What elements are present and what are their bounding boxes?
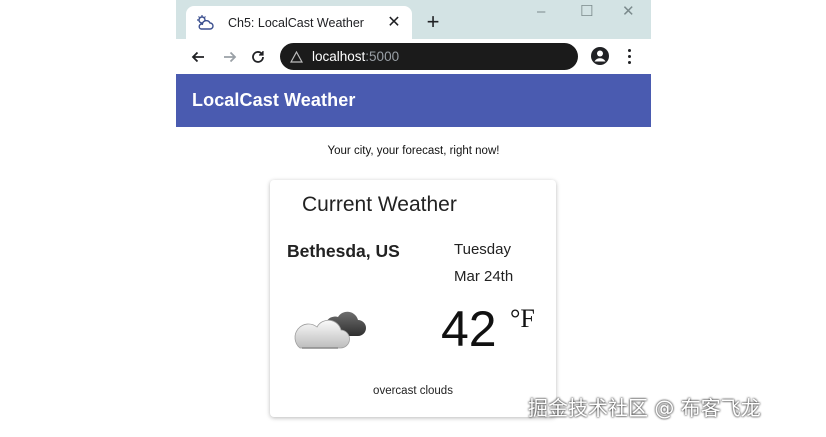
back-arrow-icon[interactable] [186, 45, 210, 69]
warning-triangle-icon[interactable] [290, 50, 304, 64]
temperature-unit: °F [510, 304, 535, 333]
menu-dot [627, 48, 631, 52]
tagline: Your city, your forecast, right now! [327, 145, 500, 157]
current-weather-card: Current Weather Bethesda, US Tuesday Mar… [270, 180, 556, 417]
tab-localcast-weather[interactable]: Ch5: LocalCast Weather ✕ [186, 6, 412, 39]
close-icon[interactable]: ✕ [386, 14, 402, 31]
app-toolbar: LocalCast Weather [176, 74, 651, 127]
address-host: localhost [312, 49, 366, 64]
app-title: LocalCast Weather [192, 90, 356, 110]
minimize-icon[interactable]: – [537, 4, 545, 20]
forward-arrow-icon[interactable] [218, 45, 242, 69]
weekday: Tuesday [454, 241, 511, 258]
tab-strip: Ch5: LocalCast Weather ✕ + – ☐ ✕ [176, 0, 651, 39]
overcast-clouds-icon [292, 304, 370, 352]
browser-window: Ch5: LocalCast Weather ✕ + – ☐ ✕ localho… [176, 0, 651, 437]
city-name: Bethesda, US [287, 241, 400, 261]
address-port: :5000 [365, 49, 400, 64]
cloud-sun-icon [196, 13, 216, 33]
address-bar[interactable]: localhost:5000 [280, 43, 578, 70]
weather-description: overcast clouds [373, 385, 453, 397]
watermark: 掘金技术社区 @ 布客飞龙 [528, 396, 761, 420]
temperature: 42 [441, 301, 497, 357]
date: Mar 24th [454, 268, 514, 285]
card-title: Current Weather [302, 193, 457, 216]
browser-toolbar: localhost:5000 [176, 39, 651, 74]
tab-title: Ch5: LocalCast Weather [228, 15, 364, 30]
maximize-icon[interactable]: ☐ [580, 4, 593, 20]
screenshot-frame: Ch5: LocalCast Weather ✕ + – ☐ ✕ localho… [0, 0, 826, 437]
more-vert-icon[interactable] [622, 45, 636, 67]
account-circle-icon[interactable] [589, 45, 611, 67]
plus-icon[interactable]: + [420, 10, 446, 36]
menu-dot [627, 60, 631, 64]
menu-dot [627, 54, 631, 58]
window-close-icon[interactable]: ✕ [622, 4, 635, 20]
reload-icon[interactable] [246, 45, 270, 69]
